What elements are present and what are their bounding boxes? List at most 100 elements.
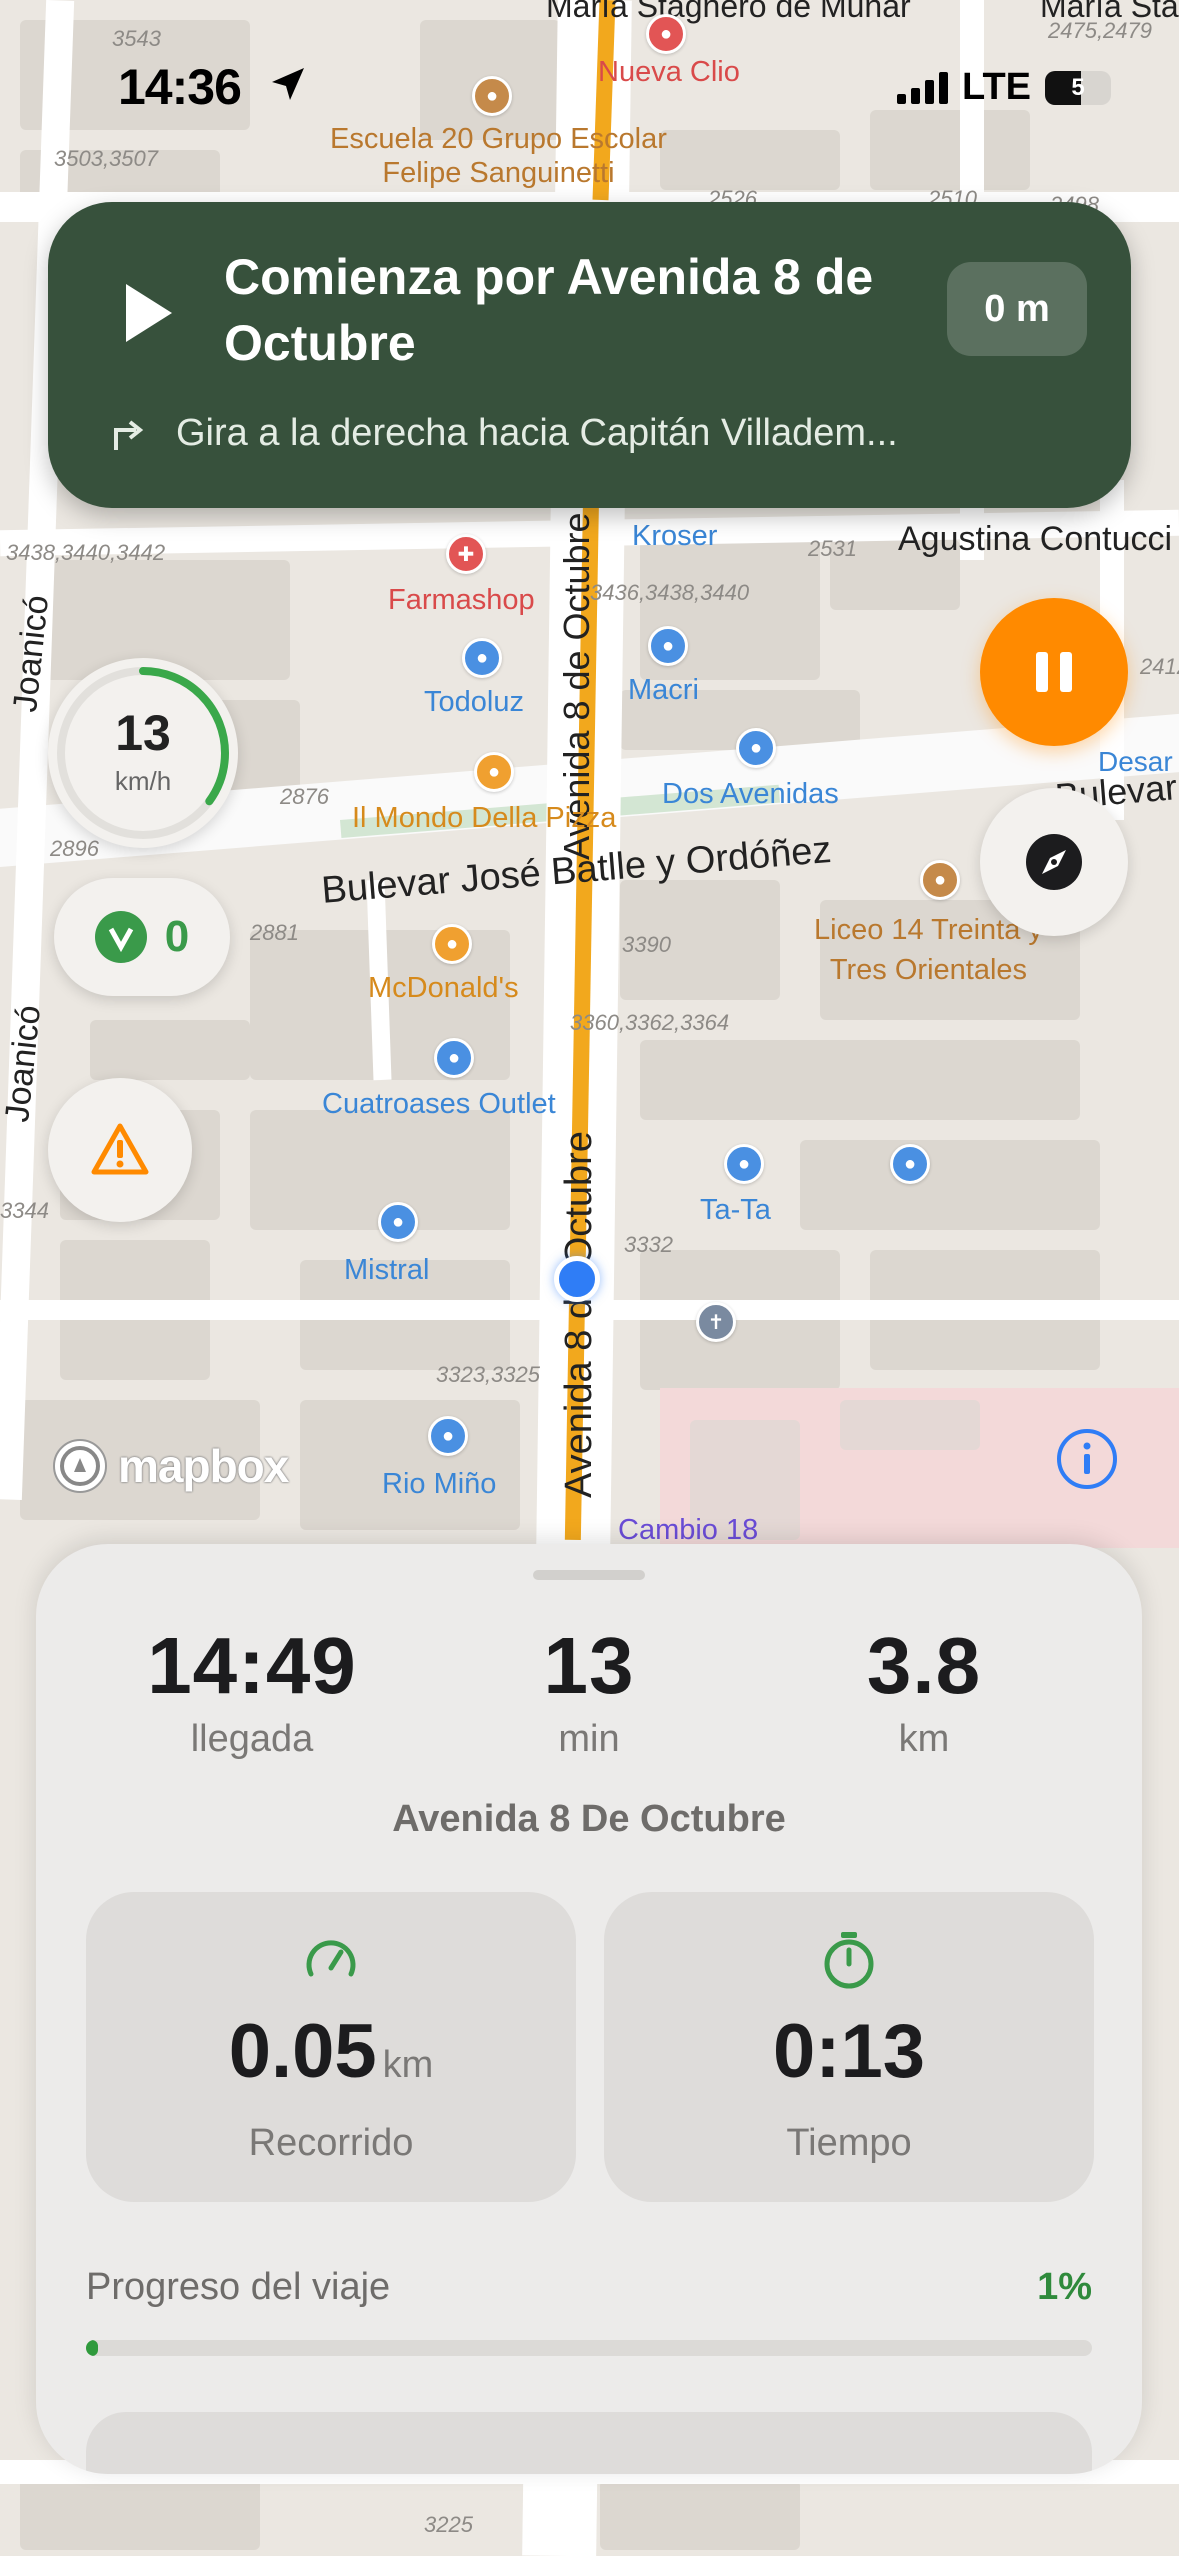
poi-label[interactable]: Cuatroases Outlet [322,1088,556,1121]
house-number: 2881 [250,920,299,945]
house-number: 3543 [112,26,161,51]
house-number: 2475,2479 [1048,18,1152,43]
shoe-icon[interactable]: ● [648,626,688,666]
poi-label[interactable]: Escuela 20 Grupo Escolar Felipe Sanguine… [330,122,667,190]
signal-icon [897,71,949,104]
current-street: Avenida 8 De Octubre [392,1798,786,1840]
reports-count: 0 [164,912,190,961]
poi-label[interactable]: Nueva Clio [598,56,740,89]
house-number: 3438,3440,3442 [6,540,166,565]
cart-icon[interactable]: ● [736,728,776,768]
speed-gauge-icon [306,1940,356,1977]
info-icon[interactable] [1054,1426,1120,1492]
navigation-banner[interactable]: Comienza por Avenida 8 de Octubre 0 m Gi… [48,202,1131,508]
poi-label[interactable]: Todoluz [424,686,524,719]
warning-icon [91,1123,149,1175]
compass-icon [1026,834,1082,890]
network-type: LTE [962,66,1031,108]
house-number: 3344 [0,1198,49,1223]
house-number: 3225 [424,2512,473,2537]
speed-unit: km/h [114,766,172,796]
poi-label[interactable]: Kroser [632,520,717,553]
progress-bar [86,2340,1092,2356]
maneuver-distance: 0 m [947,262,1087,356]
poi-label[interactable]: Mistral [344,1254,429,1287]
church-icon[interactable]: ✝ [696,1302,736,1342]
school-icon[interactable]: ● [472,76,512,116]
burger-icon[interactable]: ● [432,924,472,964]
poi-label[interactable]: Ta-Ta [700,1194,771,1227]
clothes-icon[interactable]: ● [378,1202,418,1242]
mapbox-attribution: mapbox [118,1440,289,1492]
verified-icon [94,911,147,963]
clothes-icon[interactable]: ● [434,1038,474,1078]
stopwatch-icon [824,1932,874,1989]
poi-label[interactable]: Macri [628,674,699,707]
sheet-grabber[interactable] [533,1570,645,1580]
house-number: 3323,3325 [436,1362,540,1387]
mapbox-logo: mapbox [50,1436,289,1496]
street-label: María Stagnero de Munar [546,0,911,24]
duration-value: 13 [543,1621,635,1710]
poi-label[interactable]: Cambio 18 [618,1514,758,1547]
maneuver-instruction: Comienza por Avenida 8 de Octubre [224,249,874,371]
arrival-stat: 14:49 llegada [102,1620,402,1761]
house-number: 3390 [622,932,671,957]
next-maneuver: Gira a la derecha hacia Capitán Villadem… [108,412,1075,455]
house-number: 3436,3438,3440 [590,580,750,605]
distance-label: km [898,1718,950,1760]
house-number: 3360,3362,3364 [570,1010,730,1035]
mapbox-icon [53,1439,107,1493]
distance-stat: 3.8 km [774,1620,1074,1761]
street-label-avenida: Avenida 8 de Octubre [558,1131,600,1498]
reports-button[interactable]: 0 [54,878,230,996]
progress-fill [86,2340,99,2356]
duration-label: min [558,1718,620,1760]
house-number: 2876 [280,784,329,809]
status-indicators: LTE 5 [897,66,1111,109]
poi-label[interactable]: Farmashop [388,584,535,617]
restaurant-icon[interactable]: ● [474,752,514,792]
shop-icon[interactable]: ● [462,638,502,678]
elapsed-label: Tiempo [786,2122,912,2164]
compass-button[interactable] [980,788,1128,936]
elapsed-value: 0:13 [772,2009,926,2094]
poi-label[interactable]: Il Mondo Della Pizza [352,802,616,835]
cart-icon[interactable]: ● [724,1144,764,1184]
play-icon[interactable] [120,280,176,346]
progress-label: Progreso del viaje [86,2266,391,2308]
house-number: 2531 [808,536,857,561]
status-time: 14:36 [118,59,242,115]
house-number: 3503,3507 [54,146,158,171]
pause-icon [1036,652,1072,692]
street-label: Agustina Contucci [898,520,1173,558]
speedometer[interactable]: 13 km/h [48,658,238,848]
elapsed-card: 0:13 Tiempo [604,1892,1094,2202]
poi-label[interactable]: Dos Avenidas [662,778,839,811]
house-number: 3332 [624,1232,673,1257]
poi-label[interactable]: Rio Miño [382,1468,496,1501]
battery-level: 5 [1071,73,1085,101]
next-maneuver-text: Gira a la derecha hacia Capitán Villadem… [176,412,898,454]
arrival-time: 14:49 [147,1621,357,1710]
trip-summary-sheet[interactable]: 14:49 llegada 13 min 3.8 km Avenida 8 De… [36,1544,1142,2474]
traveled-unit: km [382,2044,434,2086]
school-icon[interactable]: ● [920,860,960,900]
arrival-label: llegada [190,1718,314,1760]
shop-icon[interactable]: ● [428,1416,468,1456]
duration-stat: 13 min [439,1620,739,1761]
pharmacy-icon[interactable]: ✚ [446,534,486,574]
actions-card[interactable] [86,2412,1092,2474]
current-speed: 13 [115,705,171,761]
shop-icon[interactable]: ● [890,1144,930,1184]
progress-percent: 1% [1037,2266,1092,2308]
street-label: Desar [1098,746,1173,777]
report-hazard-button[interactable] [48,1078,192,1222]
traveled-value: 0.05 [228,2009,377,2094]
pause-button[interactable] [980,598,1128,746]
house-number: 2412 [1140,654,1179,679]
store-icon[interactable]: ● [646,14,686,54]
poi-label[interactable]: McDonald's [368,972,519,1005]
street-label: Joanicó [0,1003,49,1124]
poi-label[interactable]: Liceo 14 Treinta y Tres Orientales [814,910,1043,990]
